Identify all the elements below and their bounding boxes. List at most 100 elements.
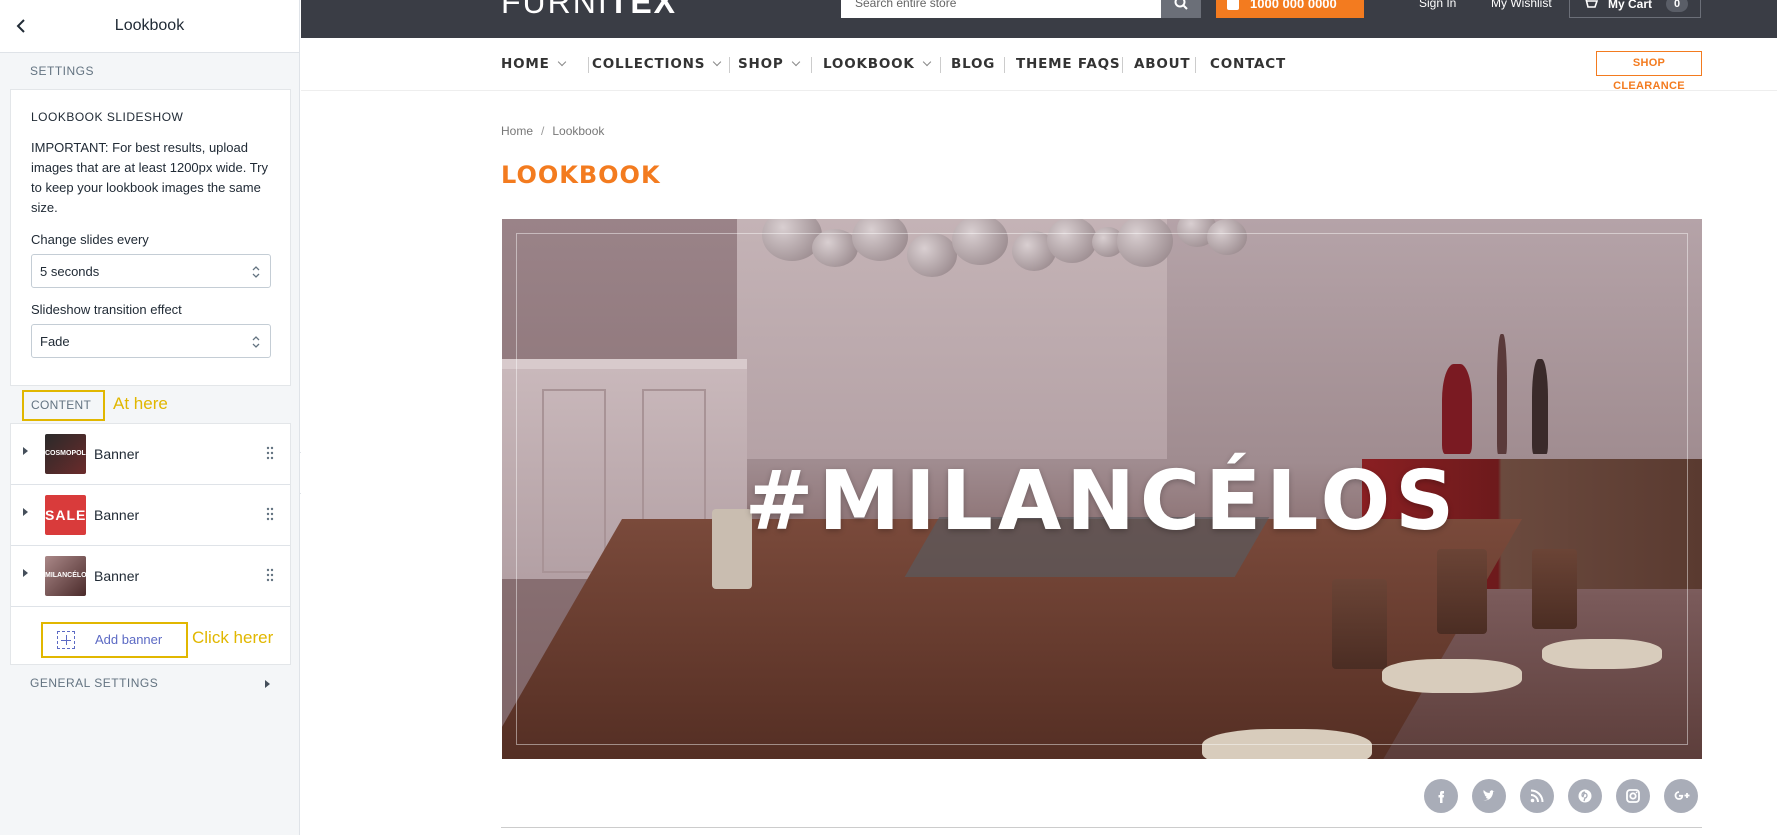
search-button[interactable]	[1161, 0, 1201, 18]
transition-effect-label: Slideshow transition effect	[31, 302, 182, 317]
nav-item-home[interactable]: HOME	[501, 56, 566, 72]
general-settings-toggle[interactable]: GENERAL SETTINGS	[30, 676, 270, 696]
store-preview: FURNITEX Search entire store 1000 000 00…	[301, 0, 1777, 835]
banner-block[interactable]: SALE Banner	[11, 485, 290, 546]
phone-button[interactable]: 1000 000 0000	[1216, 0, 1364, 18]
nav-item-theme-faqs[interactable]: THEME FAQS	[1016, 56, 1120, 72]
page-title: LOOKBOOK	[501, 161, 661, 189]
cart-icon	[1585, 0, 1598, 8]
nav-label: BLOG	[951, 56, 996, 72]
breadcrumb-home[interactable]: Home	[501, 124, 533, 138]
instagram-icon[interactable]	[1616, 779, 1650, 813]
nav-divider	[811, 57, 812, 73]
logo-bold: TEX	[608, 0, 677, 20]
lookbook-slideshow-card: LOOKBOOK SLIDESHOW IMPORTANT: For best r…	[10, 89, 291, 386]
annotation-at-here: At here	[113, 394, 168, 413]
banner-block[interactable]: MILANCÉLO Banner	[11, 546, 290, 607]
add-block-icon	[57, 631, 75, 649]
phone-icon	[1227, 0, 1239, 10]
select-arrows-icon	[252, 266, 260, 278]
facebook-icon[interactable]	[1424, 779, 1458, 813]
wishlist-link[interactable]: My Wishlist	[1491, 0, 1552, 10]
nav-item-shop[interactable]: SHOP	[738, 56, 800, 72]
sign-in-link[interactable]: Sign In	[1419, 0, 1456, 10]
chevron-down-icon	[713, 57, 722, 67]
shop-clearance-button[interactable]: SHOP CLEARANCE	[1596, 51, 1702, 92]
nav-item-about[interactable]: ABOUT	[1134, 56, 1190, 72]
breadcrumb-separator: /	[541, 124, 545, 138]
nav-item-contact[interactable]: CONTACT	[1210, 56, 1286, 72]
banner-label: Banner	[94, 446, 140, 462]
cart-count-badge: 0	[1666, 0, 1688, 12]
rss-icon[interactable]	[1520, 779, 1554, 813]
search-input[interactable]: Search entire store	[841, 0, 1161, 18]
phone-number: 1000 000 0000	[1250, 0, 1337, 11]
banner-thumbnail: COSMOPOLI	[45, 434, 86, 474]
banner-block[interactable]: COSMOPOLI Banner	[11, 424, 290, 485]
pinterest-icon[interactable]	[1568, 779, 1602, 813]
main-nav: HOME COLLECTIONS SHOP LOOKBOOK BLOG THEM…	[301, 38, 1777, 92]
general-settings-label: GENERAL SETTINGS	[30, 676, 159, 690]
nav-label: THEME FAQS	[1016, 56, 1121, 72]
lookbook-hero-slide[interactable]: #MILANCÉLOS	[502, 219, 1702, 759]
settings-section-label: SETTINGS	[30, 64, 95, 78]
google-plus-icon[interactable]	[1664, 779, 1698, 813]
store-logo[interactable]: FURNITEX	[501, 0, 677, 21]
nav-item-lookbook[interactable]: LOOKBOOK	[823, 56, 931, 72]
nav-divider	[940, 57, 941, 73]
sidebar-title: Lookbook	[114, 17, 185, 34]
annotation-click-here: Click herer	[192, 628, 274, 647]
nav-divider	[1004, 57, 1005, 73]
transition-effect-select[interactable]: Fade	[31, 324, 271, 358]
change-slides-select[interactable]: 5 seconds	[31, 254, 271, 288]
nav-label: CONTACT	[1210, 56, 1287, 72]
theme-editor-sidebar: Lookbook SETTINGS LOOKBOOK SLIDESHOW IMP…	[0, 0, 300, 835]
nav-item-blog[interactable]: BLOG	[951, 56, 995, 72]
expand-caret-icon[interactable]	[23, 447, 28, 455]
transition-effect-value: Fade	[40, 334, 70, 349]
top-bar: FURNITEX Search entire store 1000 000 00…	[301, 0, 1777, 38]
nav-divider	[588, 57, 589, 73]
slideshow-card-title: LOOKBOOK SLIDESHOW	[31, 110, 184, 124]
breadcrumb: Home / Lookbook	[501, 124, 604, 138]
select-arrows-icon	[252, 336, 260, 348]
expand-caret-icon[interactable]	[23, 569, 28, 577]
nav-label: ABOUT	[1134, 56, 1191, 72]
expand-caret-icon[interactable]	[23, 508, 28, 516]
banner-thumbnail: SALE	[45, 495, 86, 535]
slideshow-info-text: IMPORTANT: For best results, upload imag…	[31, 140, 269, 215]
nav-label: COLLECTIONS	[592, 56, 706, 72]
drag-handle-icon[interactable]	[266, 507, 274, 521]
nav-divider	[1122, 57, 1123, 73]
change-slides-label: Change slides every	[31, 232, 149, 247]
add-banner-button[interactable]: Add banner	[41, 622, 188, 658]
add-banner-label: Add banner	[95, 632, 163, 647]
twitter-icon[interactable]	[1472, 779, 1506, 813]
nav-divider	[729, 57, 730, 73]
sidebar-header: Lookbook	[0, 0, 299, 53]
banner-thumbnail: MILANCÉLO	[45, 556, 86, 596]
cart-button[interactable]: My Cart 0	[1569, 0, 1701, 18]
chevron-down-icon	[922, 57, 931, 67]
cart-label: My Cart	[1608, 0, 1653, 11]
nav-label: HOME	[501, 56, 550, 72]
nav-divider	[1195, 57, 1196, 73]
back-arrow-icon[interactable]	[12, 16, 32, 36]
banner-label: Banner	[94, 568, 140, 584]
search-placeholder: Search entire store	[855, 0, 957, 10]
nav-item-collections[interactable]: COLLECTIONS	[592, 56, 722, 72]
footer-divider	[501, 827, 1702, 828]
nav-label: LOOKBOOK	[823, 56, 915, 72]
chevron-down-icon	[791, 57, 800, 67]
drag-handle-icon[interactable]	[266, 568, 274, 582]
chevron-down-icon	[557, 57, 566, 67]
logo-light: FURNI	[501, 0, 609, 20]
banner-label: Banner	[94, 507, 140, 523]
hero-hashtag-text: #MILANCÉLOS	[744, 454, 1460, 549]
search-icon	[1174, 0, 1188, 10]
nav-label: SHOP	[738, 56, 784, 72]
breadcrumb-current: Lookbook	[552, 124, 605, 138]
expand-caret-icon	[265, 680, 270, 688]
drag-handle-icon[interactable]	[266, 446, 274, 460]
change-slides-value: 5 seconds	[40, 264, 100, 279]
